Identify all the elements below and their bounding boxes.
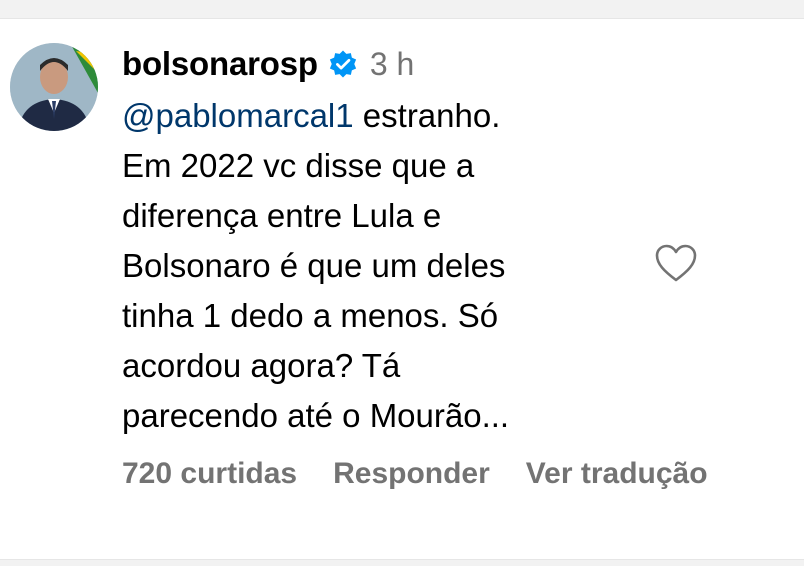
comment-card: bolsonarosp 3 h @pablomarcal1 estranho. …	[0, 18, 804, 560]
username[interactable]: bolsonarosp	[122, 45, 318, 83]
like-button[interactable]	[654, 243, 698, 283]
heart-outline-icon	[655, 244, 697, 282]
translate-button[interactable]: Ver tradução	[526, 457, 708, 491]
mention-link[interactable]: @pablomarcal1	[122, 97, 354, 134]
avatar-image	[10, 43, 98, 131]
likes-count-link[interactable]: 720 curtidas	[122, 457, 297, 491]
comment-message: estranho. Em 2022 vc disse que a diferen…	[122, 97, 510, 434]
comment-actions: 720 curtidas Responder Ver tradução	[122, 457, 744, 491]
comment-text: @pablomarcal1 estranho. Em 2022 vc disse…	[122, 91, 642, 441]
timestamp[interactable]: 3 h	[370, 46, 414, 83]
comment-header: bolsonarosp 3 h	[122, 43, 642, 85]
reply-button[interactable]: Responder	[333, 457, 490, 491]
verified-badge-icon	[328, 49, 358, 79]
avatar[interactable]	[10, 43, 98, 131]
comment-body: bolsonarosp 3 h @pablomarcal1 estranho. …	[122, 43, 642, 441]
